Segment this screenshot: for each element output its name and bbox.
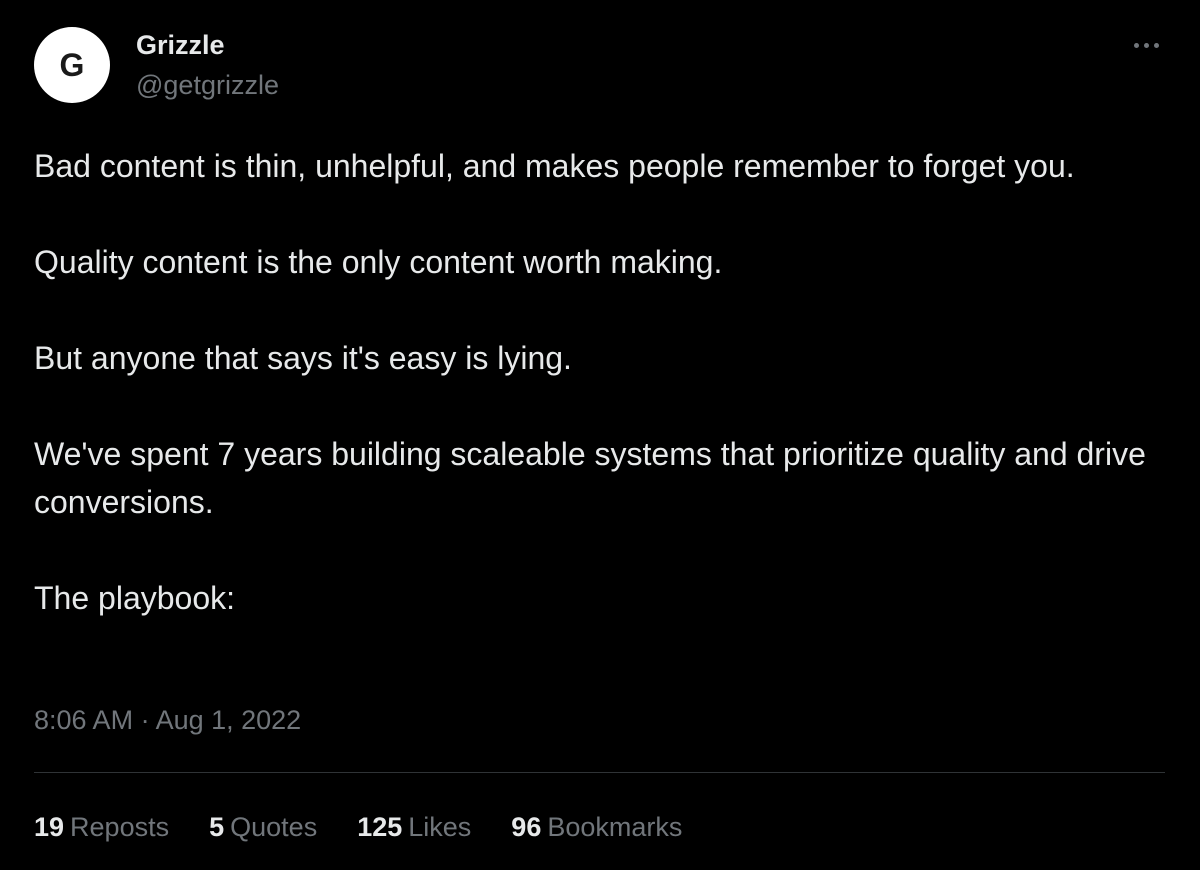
engagement-stats: 19 Reposts 5 Quotes 125 Likes 96 Bookmarks (34, 808, 722, 846)
quotes-label: Quotes (230, 812, 318, 842)
avatar[interactable]: G (34, 27, 110, 103)
likes-count: 125 (357, 812, 403, 842)
bookmarks-stat[interactable]: 96 Bookmarks (511, 808, 682, 846)
tweet-paragraph: Quality content is the only content wort… (34, 244, 723, 280)
avatar-letter: G (59, 47, 85, 83)
bookmarks-label: Bookmarks (547, 812, 683, 842)
likes-stat[interactable]: 125 Likes (357, 808, 471, 846)
likes-label: Likes (408, 812, 472, 842)
tweet-paragraph: Bad content is thin, unhelpful, and make… (34, 148, 1075, 184)
tweet-paragraph: But anyone that says it's easy is lying. (34, 340, 572, 376)
reposts-label: Reposts (70, 812, 170, 842)
tweet-text: Bad content is thin, unhelpful, and make… (34, 142, 1174, 622)
tweet-timestamp[interactable]: 8:06 AM · Aug 1, 2022 (34, 702, 301, 738)
divider (34, 772, 1165, 773)
more-horizontal-icon-dot (1153, 42, 1159, 48)
tweet-card: G Grizzle @getgrizzle Bad content is thi… (0, 0, 1200, 870)
reposts-count: 19 (34, 812, 65, 842)
more-options-button[interactable] (1124, 30, 1168, 60)
quotes-stat[interactable]: 5 Quotes (209, 808, 317, 846)
reposts-stat[interactable]: 19 Reposts (34, 808, 169, 846)
more-horizontal-icon (1133, 42, 1139, 48)
bookmarks-count: 96 (511, 812, 542, 842)
quotes-count: 5 (209, 812, 225, 842)
tweet-paragraph: The playbook: (34, 580, 236, 616)
more-horizontal-icon-dot (1143, 42, 1149, 48)
author-handle[interactable]: @getgrizzle (136, 68, 279, 102)
author-name[interactable]: Grizzle (136, 28, 225, 62)
tweet-paragraph: We've spent 7 years building scaleable s… (34, 436, 1146, 520)
